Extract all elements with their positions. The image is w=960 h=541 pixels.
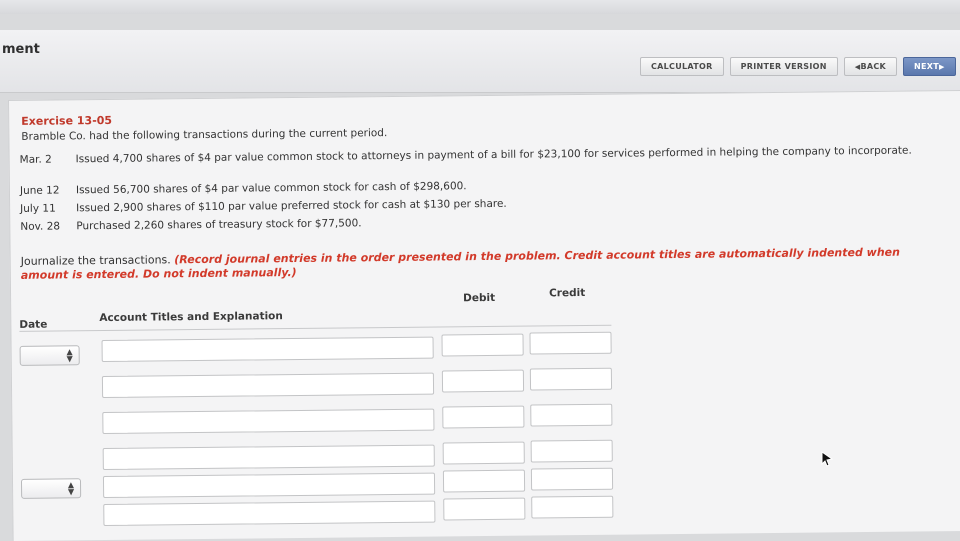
calculator-button[interactable]: CALCULATOR <box>640 57 724 76</box>
instructions: Journalize the transactions. (Record jou… <box>21 245 941 283</box>
instruction-text: Journalize the transactions. <box>20 253 175 268</box>
debit-input[interactable] <box>442 469 526 493</box>
transaction-date: July 11 <box>20 202 56 215</box>
account-input[interactable] <box>102 444 435 471</box>
printer-version-label: PRINTER VERSION <box>740 62 827 71</box>
exercise-title: Exercise 13-05 <box>21 113 113 128</box>
date-select[interactable]: ▲ ▼ <box>20 478 82 499</box>
updown-arrows-icon: ▲ ▼ <box>67 480 75 497</box>
back-button[interactable]: ◀BACK <box>843 57 897 76</box>
exercise-panel: Exercise 13-05 Bramble Co. had the follo… <box>8 90 960 541</box>
account-input[interactable] <box>101 372 435 399</box>
updown-arrows-icon: ▲ ▼ <box>66 347 73 364</box>
debit-input[interactable] <box>442 441 525 465</box>
printer-version-button[interactable]: PRINTER VERSION <box>729 57 838 76</box>
next-label: NEXT <box>914 62 939 71</box>
debit-column-header: Debit <box>463 291 496 305</box>
next-arrow-icon: ▶ <box>939 63 945 71</box>
calculator-label: CALCULATOR <box>651 62 713 71</box>
credit-input[interactable] <box>530 467 614 491</box>
transaction-row: Mar. 2 Issued 4,700 shares of $4 par valu… <box>20 143 928 167</box>
transaction-date: Nov. 28 <box>20 220 61 233</box>
debit-input[interactable] <box>441 369 525 393</box>
mouse-pointer-icon <box>821 451 834 467</box>
account-column-header: Account Titles and Explanation <box>99 310 283 325</box>
credit-input[interactable] <box>529 331 612 355</box>
account-input[interactable] <box>101 336 434 363</box>
credit-input[interactable] <box>530 439 613 463</box>
credit-input[interactable] <box>531 495 614 519</box>
credit-input[interactable] <box>529 367 613 391</box>
module-title: ment <box>2 42 40 57</box>
debit-input[interactable] <box>443 497 526 521</box>
browser-top-strip <box>0 0 960 14</box>
date-select[interactable]: ▲ ▼ <box>19 345 80 366</box>
transaction-text: Issued 4,700 shares of $4 par value comm… <box>75 144 912 166</box>
account-input[interactable] <box>102 472 436 499</box>
debit-input[interactable] <box>442 405 525 429</box>
account-input[interactable] <box>103 500 436 527</box>
account-input[interactable] <box>102 408 435 435</box>
date-column-header: Date <box>19 318 48 331</box>
credit-input[interactable] <box>530 403 613 427</box>
transaction-date: June 12 <box>19 184 60 197</box>
exercise-intro: Bramble Co. had the following transactio… <box>21 127 388 143</box>
back-label: BACK <box>860 62 886 71</box>
debit-input[interactable] <box>441 333 524 357</box>
transaction-date: Mar. 2 <box>19 153 52 166</box>
header-divider <box>19 324 612 332</box>
credit-column-header: Credit <box>548 286 586 300</box>
toolbar: CALCULATOR PRINTER VERSION ◀BACK NEXT▶ <box>640 57 956 76</box>
next-button[interactable]: NEXT▶ <box>903 57 956 76</box>
